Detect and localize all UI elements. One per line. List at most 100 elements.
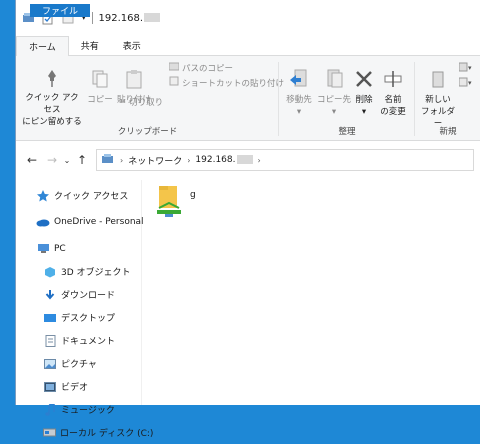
new-folder-button[interactable]: 新しい フォルダー <box>418 68 458 130</box>
paste-shortcut-icon <box>169 76 179 89</box>
desktop-icon <box>43 311 57 324</box>
copy-path-label: パスのコピー <box>182 64 234 74</box>
nav-onedrive[interactable]: OneDrive - Personal <box>16 210 144 233</box>
redacted-ip <box>144 13 161 22</box>
nav-downloads-label: ダウンロード <box>61 291 116 301</box>
document-icon <box>43 334 57 347</box>
pin-quick-access-button[interactable]: クイック アクセス にピン留めする <box>22 68 82 128</box>
picture-icon <box>43 357 57 370</box>
cube-icon <box>43 265 57 278</box>
rename-label-2: の変更 <box>380 107 406 117</box>
file-list-pane[interactable]: g <box>142 180 480 405</box>
file-name[interactable]: g <box>190 190 196 200</box>
back-arrow-icon[interactable]: ← <box>22 153 42 167</box>
title-separator <box>91 12 93 24</box>
clipboard-group-label: クリップボード <box>117 127 178 137</box>
nav-3d-objects-label: 3D オブジェクト <box>61 268 131 278</box>
move-to-label: 移動先 <box>286 95 312 105</box>
copy-to-icon <box>324 68 344 94</box>
network-location-icon <box>101 153 115 168</box>
copy-to-dropdown-icon: ▾ <box>331 107 337 117</box>
nav-local-disk[interactable]: ローカル ディスク (C:) <box>16 421 153 444</box>
nav-pc[interactable]: PC <box>16 237 141 260</box>
delete-label: 削除 <box>355 95 373 105</box>
new-folder-icon <box>428 68 448 94</box>
new-group-label: 新規 <box>439 127 457 137</box>
move-to-icon <box>289 68 309 94</box>
breadcrumb-chevron-icon[interactable]: › <box>120 156 123 165</box>
recent-locations-icon[interactable]: ⌄ <box>62 156 72 165</box>
cut-label: 切り取り <box>129 98 164 108</box>
ribbon: クイック アクセス にピン留めする コピー 貼り付け パスのコピー ショートカッ… <box>16 56 480 141</box>
navigation-pane: クイック アクセス OneDrive - Personal PC 3D オブジェ… <box>16 180 153 439</box>
nav-onedrive-label: OneDrive - Personal <box>54 216 144 227</box>
shared-folder-icon <box>156 184 182 221</box>
star-icon <box>36 189 50 202</box>
svg-text:▾: ▾ <box>468 79 472 87</box>
nav-desktop[interactable]: デスクトップ <box>16 306 141 329</box>
nav-documents-label: ドキュメント <box>61 337 116 347</box>
breadcrumb-chevron-icon[interactable]: › <box>258 156 261 165</box>
new-item-button[interactable]: ▾ <box>458 62 473 75</box>
copy-label: コピー <box>87 95 113 105</box>
copy-to-label: コピー先 <box>316 95 351 105</box>
nav-desktop-label: デスクトップ <box>61 314 116 324</box>
move-to-button[interactable]: 移動先 ▾ <box>282 68 316 118</box>
rename-label-1: 名前 <box>384 95 402 105</box>
delete-x-icon <box>354 68 374 94</box>
nav-documents[interactable]: ドキュメント <box>16 329 141 352</box>
nav-videos[interactable]: ビデオ <box>16 375 141 398</box>
nav-music[interactable]: ミュージック <box>16 398 141 421</box>
copy-path-button[interactable]: パスのコピー <box>168 62 234 74</box>
pc-icon <box>36 242 50 255</box>
nav-pictures[interactable]: ピクチャ <box>16 352 141 375</box>
paste-shortcut-label: ショートカットの貼り付け <box>182 78 285 89</box>
address-bar[interactable]: › ネットワーク › 192.168. › <box>96 149 474 171</box>
nav-videos-label: ビデオ <box>61 383 89 393</box>
new-folder-label-1: 新しい <box>425 95 451 105</box>
copy-button[interactable]: コピー <box>86 68 114 106</box>
up-arrow-icon[interactable]: ↑ <box>72 153 92 167</box>
breadcrumb-network[interactable]: ネットワーク <box>128 154 182 167</box>
paste-shortcut-button[interactable]: ショートカットの貼り付け <box>169 76 284 89</box>
redacted-ip <box>236 155 253 164</box>
tab-home[interactable]: ホーム <box>16 36 69 56</box>
shared-folder-item[interactable]: g <box>156 184 196 221</box>
ribbon-tabs: ファイル ホーム 共有 表示 <box>16 4 480 56</box>
ribbon-separator <box>278 62 279 136</box>
drive-icon <box>43 426 56 439</box>
organize-group-label: 整理 <box>338 127 356 137</box>
nav-pictures-label: ピクチャ <box>61 360 97 370</box>
main-content: クイック アクセス OneDrive - Personal PC 3D オブジェ… <box>16 180 480 439</box>
easy-access-icon: ▾ <box>458 77 473 90</box>
window-title: 192.168. <box>99 13 161 24</box>
tab-view[interactable]: 表示 <box>111 36 153 55</box>
navigation-bar: ← → ⌄ ↑ › ネットワーク › 192.168. › <box>16 141 480 179</box>
nav-local-disk-label: ローカル ディスク (C:) <box>60 429 154 439</box>
tab-file[interactable]: ファイル <box>30 4 91 17</box>
nav-3d-objects[interactable]: 3D オブジェクト <box>16 260 141 283</box>
breadcrumb-chevron-icon[interactable]: › <box>187 156 190 165</box>
copy-to-button[interactable]: コピー先 ▾ <box>316 68 352 118</box>
video-icon <box>43 380 57 393</box>
rename-button[interactable]: 名前 の変更 <box>378 68 408 118</box>
breadcrumb-ip[interactable]: 192.168. <box>195 155 253 165</box>
cut-button[interactable]: ✂ 切り取り <box>119 96 163 108</box>
nav-downloads[interactable]: ダウンロード <box>16 283 141 306</box>
download-arrow-icon <box>43 288 57 301</box>
nav-quick-access-label: クイック アクセス <box>54 192 129 202</box>
delete-dropdown-icon: ▾ <box>361 107 367 117</box>
tab-share[interactable]: 共有 <box>69 36 111 55</box>
forward-arrow-icon[interactable]: → <box>42 153 62 167</box>
cloud-icon <box>36 215 50 228</box>
move-to-dropdown-icon: ▾ <box>296 107 302 117</box>
paste-icon <box>125 68 143 94</box>
file-explorer-window: ▾ 192.168. ファイル ホーム 共有 表示 クイック アクセス にピン留… <box>15 0 480 439</box>
nav-quick-access[interactable]: クイック アクセス <box>16 184 141 207</box>
delete-button[interactable]: 削除 ▾ <box>352 68 376 118</box>
copy-icon <box>91 68 109 94</box>
scissors-icon: ✂ <box>119 97 127 107</box>
easy-access-button[interactable]: ▾ <box>458 77 473 90</box>
nav-pc-label: PC <box>54 243 66 254</box>
svg-text:▾: ▾ <box>468 64 472 72</box>
